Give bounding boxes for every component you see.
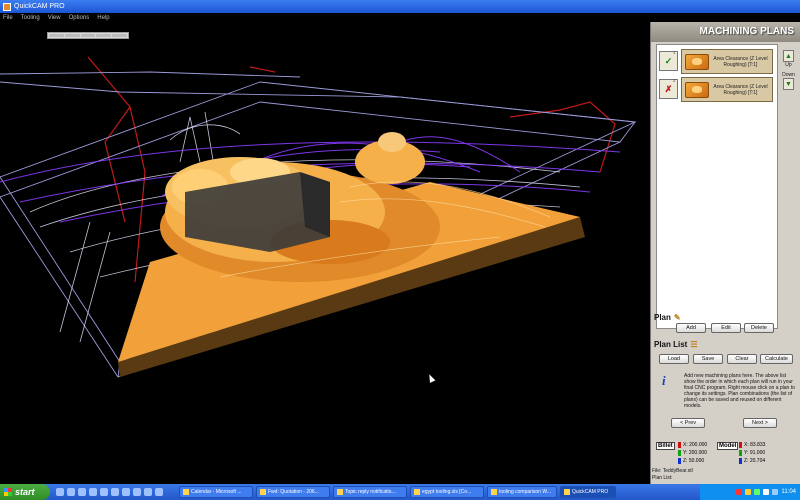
- machining-plans-panel: MACHINING PLANS ✓ 1 Area Clearance (Z Le…: [650, 22, 800, 484]
- quick-launch-icon[interactable]: [78, 488, 86, 496]
- plan-name: Area Clearance (Z Level Roughing) [T:1]: [713, 83, 768, 96]
- quick-launch-icon[interactable]: [89, 488, 97, 496]
- arrow-up-icon: ▲: [783, 50, 794, 62]
- view-button[interactable]: [80, 34, 96, 37]
- help-text: Add new machining plans here. The above …: [684, 373, 795, 409]
- plan-name: Area Clearance (Z Level Roughing) [T:1]: [713, 55, 768, 68]
- move-down-button[interactable]: Down ▼: [781, 72, 796, 90]
- add-plan-button[interactable]: Add: [676, 323, 706, 333]
- toolpath-render: [0, 56, 637, 378]
- menu-bar: File Tooling View Options Help: [0, 13, 650, 22]
- prev-button[interactable]: < Prev: [671, 418, 705, 428]
- model-y: Y: 91.000: [739, 450, 765, 456]
- plan-number: 2: [673, 78, 676, 83]
- windows-logo-icon: [4, 488, 12, 496]
- tray-icon[interactable]: [754, 489, 761, 495]
- model-label: Model: [717, 442, 739, 450]
- view-button[interactable]: [96, 34, 112, 37]
- plan-card[interactable]: Area Clearance (Z Level Roughing) [T:1]: [681, 77, 773, 102]
- panel-title: MACHINING PLANS: [651, 22, 800, 42]
- tray-icon[interactable]: [772, 489, 779, 495]
- view-toolbar[interactable]: [47, 32, 129, 39]
- plan-card[interactable]: Area Clearance (Z Level Roughing) [T:1]: [681, 49, 773, 74]
- move-up-button[interactable]: ▲ Up: [781, 50, 796, 68]
- view-button[interactable]: [112, 34, 127, 37]
- view-button[interactable]: [49, 34, 64, 37]
- file-name: File: TeddyBear.stl: [652, 468, 693, 474]
- help-box: i Add new machining plans here. The abov…: [654, 367, 798, 413]
- quick-launch-icon[interactable]: [67, 488, 75, 496]
- quick-launch-icon[interactable]: [111, 488, 119, 496]
- taskbar: start Calendar - Microsoft ... Fwd: Quot…: [0, 484, 800, 500]
- billet-label: Billet: [656, 442, 675, 450]
- model-z: Z: 20.704: [739, 458, 765, 464]
- plans-list[interactable]: ✓ 1 Area Clearance (Z Level Roughing) [T…: [656, 44, 778, 329]
- clear-list-button[interactable]: Clear: [727, 354, 757, 364]
- save-list-button[interactable]: Save: [693, 354, 723, 364]
- menu-help[interactable]: Help: [97, 15, 109, 21]
- quick-launch-icon[interactable]: [100, 488, 108, 496]
- plan-list-section-label: Plan List ☰: [654, 340, 698, 349]
- plan-row[interactable]: ✓ 1 Area Clearance (Z Level Roughing) [T…: [659, 49, 775, 74]
- 3d-viewport[interactable]: [0, 22, 650, 484]
- tray-icon[interactable]: [763, 489, 770, 495]
- delete-plan-button[interactable]: Delete: [744, 323, 774, 333]
- quick-launch-icon[interactable]: [155, 488, 163, 496]
- taskbar-item-tooling-comparison[interactable]: tooling comparison W...: [487, 486, 557, 498]
- billet-y: Y: 200.000: [678, 450, 707, 456]
- quick-launch: [56, 488, 163, 496]
- taskbar-item-calendar[interactable]: Calendar - Microsoft ...: [179, 486, 253, 498]
- start-button[interactable]: start: [0, 484, 50, 500]
- quick-launch-icon[interactable]: [144, 488, 152, 496]
- edit-plan-button[interactable]: Edit: [711, 323, 741, 333]
- plan-row[interactable]: ✗ 2 Area Clearance (Z Level Roughing) [T…: [659, 77, 775, 102]
- plan-list-file: Plan List:: [652, 475, 673, 481]
- taskbar-item-topic-reply[interactable]: Topic reply notificatio...: [333, 486, 407, 498]
- plan-section-label: Plan ✎: [654, 313, 681, 322]
- title-bar: QuickCAM PRO: [0, 0, 800, 13]
- taskbar-item-egypt-tooling[interactable]: egypt tooling.xls [Co...: [410, 486, 484, 498]
- menu-tooling[interactable]: Tooling: [21, 15, 40, 21]
- menu-file[interactable]: File: [3, 15, 13, 21]
- clock[interactable]: 11:04: [781, 489, 796, 495]
- billet-z: Z: 50.000: [678, 458, 704, 464]
- app-icon: [3, 2, 11, 11]
- calculate-button[interactable]: Calculate: [760, 354, 793, 364]
- file-info: File: TeddyBear.stl Plan List:: [652, 468, 693, 482]
- dimensions-readout: Billet X: 200.000 Y: 200.000 Z: 50.000 M…: [654, 442, 798, 468]
- tray-icon[interactable]: [745, 489, 752, 495]
- plan-number: 1: [673, 50, 676, 55]
- model-x: X: 83.833: [739, 442, 765, 448]
- window-title: QuickCAM PRO: [14, 3, 65, 10]
- list-icon: ☰: [690, 340, 698, 349]
- arrow-down-icon: ▼: [783, 78, 794, 90]
- pencil-icon: ✎: [673, 313, 681, 322]
- system-tray: 11:04: [700, 484, 800, 500]
- view-button[interactable]: [64, 34, 80, 37]
- billet-x: X: 200.000: [678, 442, 707, 448]
- load-list-button[interactable]: Load: [659, 354, 689, 364]
- quick-launch-icon[interactable]: [133, 488, 141, 496]
- area-clearance-icon: [685, 81, 709, 98]
- menu-view[interactable]: View: [48, 15, 61, 21]
- area-clearance-icon: [685, 53, 709, 70]
- info-icon: i: [662, 373, 666, 388]
- tray-icon[interactable]: [736, 489, 743, 495]
- taskbar-item-quotation[interactable]: Fwd: Quotation - 206...: [256, 486, 330, 498]
- taskbar-item-quickcam[interactable]: QuickCAM PRO: [560, 486, 616, 498]
- quick-launch-icon[interactable]: [56, 488, 64, 496]
- menu-options[interactable]: Options: [69, 15, 90, 21]
- quick-launch-icon[interactable]: [122, 488, 130, 496]
- next-button[interactable]: Next >: [743, 418, 777, 428]
